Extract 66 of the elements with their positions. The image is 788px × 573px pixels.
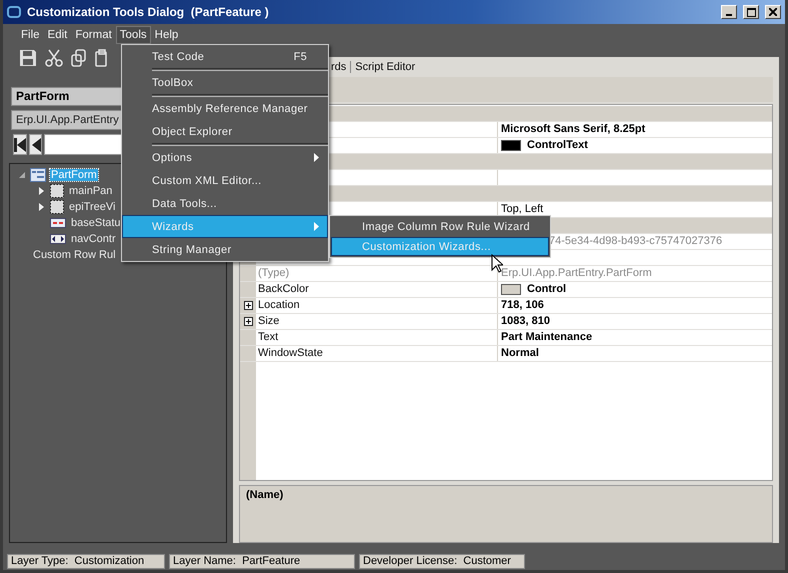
menu-item[interactable]: Image Column Row Rule Wizard	[331, 217, 549, 236]
property-value[interactable]: 1083, 810	[501, 315, 550, 328]
navigator-icon	[50, 234, 66, 244]
previous-button[interactable]	[29, 134, 42, 155]
copy-icon[interactable]	[71, 49, 87, 67]
property-value[interactable]: Part Maintenance	[501, 331, 592, 344]
shortcut-label: F5	[294, 50, 307, 62]
paste-icon[interactable]	[95, 49, 107, 67]
property-value[interactable]: Control	[527, 283, 566, 296]
property-value[interactable]: Microsoft Sans Serif, 8.25pt	[501, 123, 646, 136]
menu-item[interactable]: Data Tools...	[122, 192, 328, 215]
cut-icon[interactable]	[45, 49, 63, 67]
expand-icon[interactable]	[38, 203, 46, 211]
close-button[interactable]	[765, 5, 781, 19]
description-title: (Name)	[246, 489, 284, 502]
tree-item[interactable]: baseStatu	[70, 217, 122, 229]
first-button[interactable]	[13, 134, 27, 155]
previous-icon	[30, 138, 40, 152]
property-name: (Type)	[258, 267, 290, 280]
tab[interactable]: Script Editor	[351, 60, 420, 73]
status-field: Layer Name: PartFeature	[169, 554, 355, 568]
save-icon[interactable]	[19, 49, 37, 67]
maximize-button[interactable]	[743, 5, 759, 19]
tree-item[interactable]: navContr	[70, 233, 117, 245]
expand-icon[interactable]	[244, 316, 252, 326]
menu-item[interactable]: Edit	[44, 26, 72, 44]
menu-item[interactable]: Tools	[116, 26, 151, 44]
status-field: Layer Type: Customization	[7, 554, 165, 568]
property-name: Size	[258, 315, 280, 328]
menu-item[interactable]: Custom XML Editor...	[122, 169, 328, 192]
maximize-icon	[746, 8, 756, 16]
property-name: WindowState	[258, 347, 323, 360]
property-value[interactable]: 718, 106	[501, 299, 544, 312]
window-title: Customization Tools Dialog (PartFeature )	[27, 5, 270, 19]
expand-icon[interactable]	[38, 187, 46, 195]
property-value[interactable]: ControlText	[527, 139, 588, 152]
tree-item[interactable]: epiTreeVi	[68, 201, 116, 213]
window-icon	[7, 6, 21, 18]
collapse-icon[interactable]	[18, 171, 26, 179]
expand-icon[interactable]	[244, 300, 252, 310]
close-icon	[769, 8, 777, 16]
property-value[interactable]: Top, Left	[501, 203, 544, 216]
tree-item[interactable]: Custom Row Rul	[32, 249, 117, 261]
cursor-icon	[491, 254, 503, 273]
menu-item[interactable]: Help	[150, 26, 182, 44]
status-field: Developer License: Customer	[359, 554, 525, 568]
menu-item[interactable]: Test Code F5	[122, 45, 328, 68]
menu-item[interactable]: Options	[122, 146, 328, 169]
panel-icon	[50, 184, 64, 198]
menu-item[interactable]: File	[17, 26, 44, 44]
tree-item[interactable]: mainPan	[68, 185, 114, 197]
panel-icon	[50, 200, 64, 214]
property-value[interactable]: Erp.UI.App.PartEntry.PartForm	[501, 267, 652, 280]
minimize-button[interactable]	[721, 5, 737, 19]
first-icon	[14, 138, 26, 152]
submenu-arrow-icon	[314, 153, 319, 162]
property-name: Location	[258, 299, 300, 312]
menu-item[interactable]: Format	[71, 26, 116, 44]
menu-item[interactable]: String Manager	[122, 238, 328, 261]
property-name: Text	[258, 331, 278, 344]
property-value[interactable]: 74-5e34-4d98-b493-c75747027376	[549, 235, 722, 248]
submenu-arrow-icon	[314, 222, 319, 231]
property-name: BackColor	[258, 283, 309, 296]
status-bar-icon	[50, 218, 66, 228]
form-icon	[30, 168, 46, 182]
property-value[interactable]: Normal	[501, 347, 539, 360]
